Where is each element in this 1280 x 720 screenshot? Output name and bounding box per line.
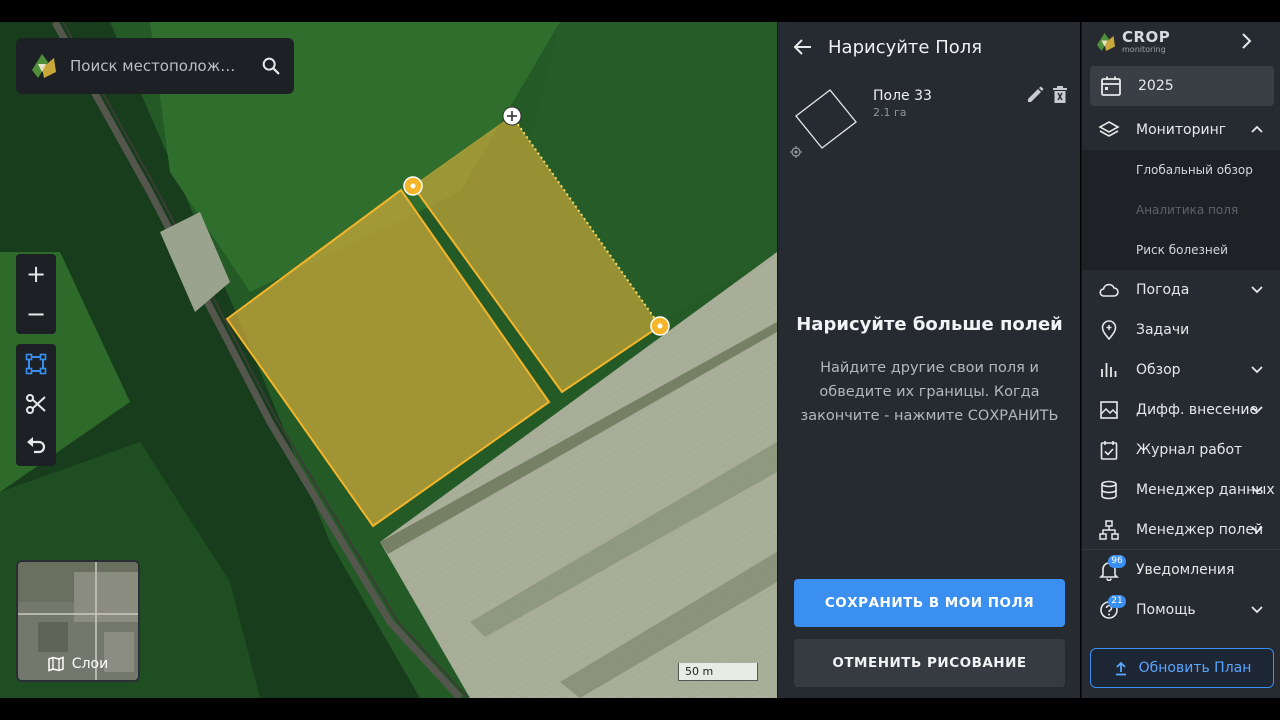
sidebar-item-label: Уведомления [1136, 562, 1235, 578]
field-shape-preview [795, 89, 857, 149]
submenu-item-field-analytics: Аналитика поля [1136, 203, 1239, 217]
sidebar-item-tasks[interactable]: Задачи [1082, 310, 1280, 350]
submenu-item-disease-risk[interactable]: Риск болезней [1136, 243, 1228, 257]
image-icon [1100, 401, 1118, 419]
sidebar-item-notifications[interactable]: 96 Уведомления [1082, 550, 1280, 590]
sidebar-item-label: Мониторинг [1136, 122, 1227, 138]
upload-icon [1115, 661, 1126, 676]
sidebar-item-work-log[interactable]: Журнал работ [1082, 430, 1280, 470]
search-icon[interactable] [260, 55, 282, 77]
checklist-icon [1100, 441, 1118, 460]
main-sidebar: CROP monitoring 2025 Мониторинг Глобальн… [1081, 22, 1280, 698]
split-field-button[interactable] [16, 384, 56, 424]
sidebar-item-weather[interactable]: Погода [1082, 270, 1280, 310]
cancel-drawing-button[interactable]: ОТМЕНИТЬ РИСОВАНИЕ [794, 639, 1065, 687]
undo-button[interactable] [16, 424, 56, 464]
zoom-in-button[interactable]: + [16, 254, 56, 294]
scissors-icon [26, 394, 46, 414]
season-selector[interactable]: 2025 [1090, 66, 1274, 106]
brand-name: CROP monitoring [1122, 28, 1171, 54]
delete-trash-icon[interactable] [1052, 86, 1068, 104]
sidebar-item-label: Дифф. внесение [1136, 402, 1259, 418]
save-to-my-fields-button[interactable]: СОХРАНИТЬ В МОИ ПОЛЯ [794, 579, 1065, 627]
bar-chart-icon [1101, 363, 1117, 377]
chevron-down-icon [1251, 526, 1263, 534]
help-icon-wrap: 21 [1098, 595, 1126, 621]
undo-icon [27, 437, 46, 454]
upgrade-plan-label: Обновить План [1138, 660, 1252, 676]
polygon-draw-icon [25, 353, 47, 375]
sidebar-item-data-manager[interactable]: Менеджер данных [1082, 470, 1280, 510]
sidebar-item-label: Задачи [1136, 322, 1190, 338]
draw-more-title: Нарисуйте больше полей [796, 314, 1063, 335]
field-area: 2.1 га [873, 106, 907, 119]
sidebar-item-field-manager[interactable]: Менеджер полей [1082, 510, 1280, 550]
database-icon [1101, 480, 1117, 500]
chevron-right-icon[interactable] [1235, 30, 1257, 52]
calendar-icon [1101, 76, 1121, 96]
brand: CROP monitoring [1082, 22, 1280, 62]
hierarchy-icon [1099, 520, 1119, 540]
season-year: 2025 [1138, 78, 1174, 94]
sidebar-item-label: Помощь [1136, 602, 1196, 618]
upgrade-plan-button[interactable]: Обновить План [1090, 648, 1274, 688]
zoom-controls: + − [16, 254, 56, 334]
letterbox-top [0, 0, 1280, 22]
draw-more-description: Найдите другие свои поля и обведите их г… [800, 360, 1059, 424]
crop-monitoring-logo-icon [1097, 33, 1115, 51]
panel-header: Нарисуйте Поля [778, 22, 1081, 72]
sidebar-item-label: Журнал работ [1136, 442, 1243, 458]
panel-title: Нарисуйте Поля [828, 36, 983, 58]
cloud-icon [1099, 283, 1119, 297]
drawing-tools [16, 344, 56, 466]
chevron-up-icon [1251, 125, 1263, 133]
sidebar-item-label: Менеджер полей [1136, 522, 1264, 538]
submenu-item-global-overview[interactable]: Глобальный обзор [1136, 163, 1253, 177]
layers-label: Слои [71, 656, 109, 672]
sidebar-item-overview[interactable]: Обзор [1082, 350, 1280, 390]
arrow-back-icon[interactable] [792, 36, 814, 58]
sidebar-item-label: Погода [1136, 282, 1190, 298]
layers-button[interactable]: Слои [16, 560, 140, 682]
draw-fields-panel: Нарисуйте Поля Поле 33 2.1 га Нарисуйте … [777, 22, 1080, 698]
chevron-down-icon [1251, 606, 1263, 614]
search-input[interactable]: Поиск местополож… [70, 57, 260, 75]
layers-label-row: Слои [18, 656, 138, 672]
crop-monitoring-logo-icon [32, 54, 56, 78]
notifications-badge: 96 [1108, 555, 1126, 568]
layers-icon [1098, 121, 1120, 137]
field-name: Поле 33 [873, 88, 932, 104]
map-canvas[interactable]: Поиск местополож… + − Слои 50 m [0, 22, 777, 698]
field-card[interactable]: Поле 33 2.1 га [778, 80, 1081, 170]
chevron-down-icon [1251, 406, 1263, 414]
zoom-out-button[interactable]: − [16, 294, 56, 334]
chevron-down-icon [1251, 286, 1263, 294]
sidebar-item-monitoring[interactable]: Мониторинг [1082, 110, 1280, 150]
letterbox-bottom [0, 698, 1280, 720]
location-search[interactable]: Поиск местополож… [16, 38, 294, 94]
draw-polygon-button[interactable] [16, 344, 56, 384]
sidebar-item-label: Обзор [1136, 362, 1181, 378]
bell-icon-wrap: 96 [1098, 555, 1126, 582]
map-scale: 50 m [678, 663, 758, 681]
help-badge: 21 [1108, 595, 1126, 608]
chevron-down-icon [1251, 366, 1263, 374]
sidebar-item-help[interactable]: 21 Помощь [1082, 590, 1280, 630]
edit-pencil-icon[interactable] [1026, 86, 1044, 104]
pin-icon [1101, 320, 1117, 341]
chevron-down-icon [1251, 486, 1263, 494]
map-icon [48, 656, 64, 672]
sidebar-item-variable-rate[interactable]: Дифф. внесение [1082, 390, 1280, 430]
locate-icon[interactable] [790, 146, 802, 158]
